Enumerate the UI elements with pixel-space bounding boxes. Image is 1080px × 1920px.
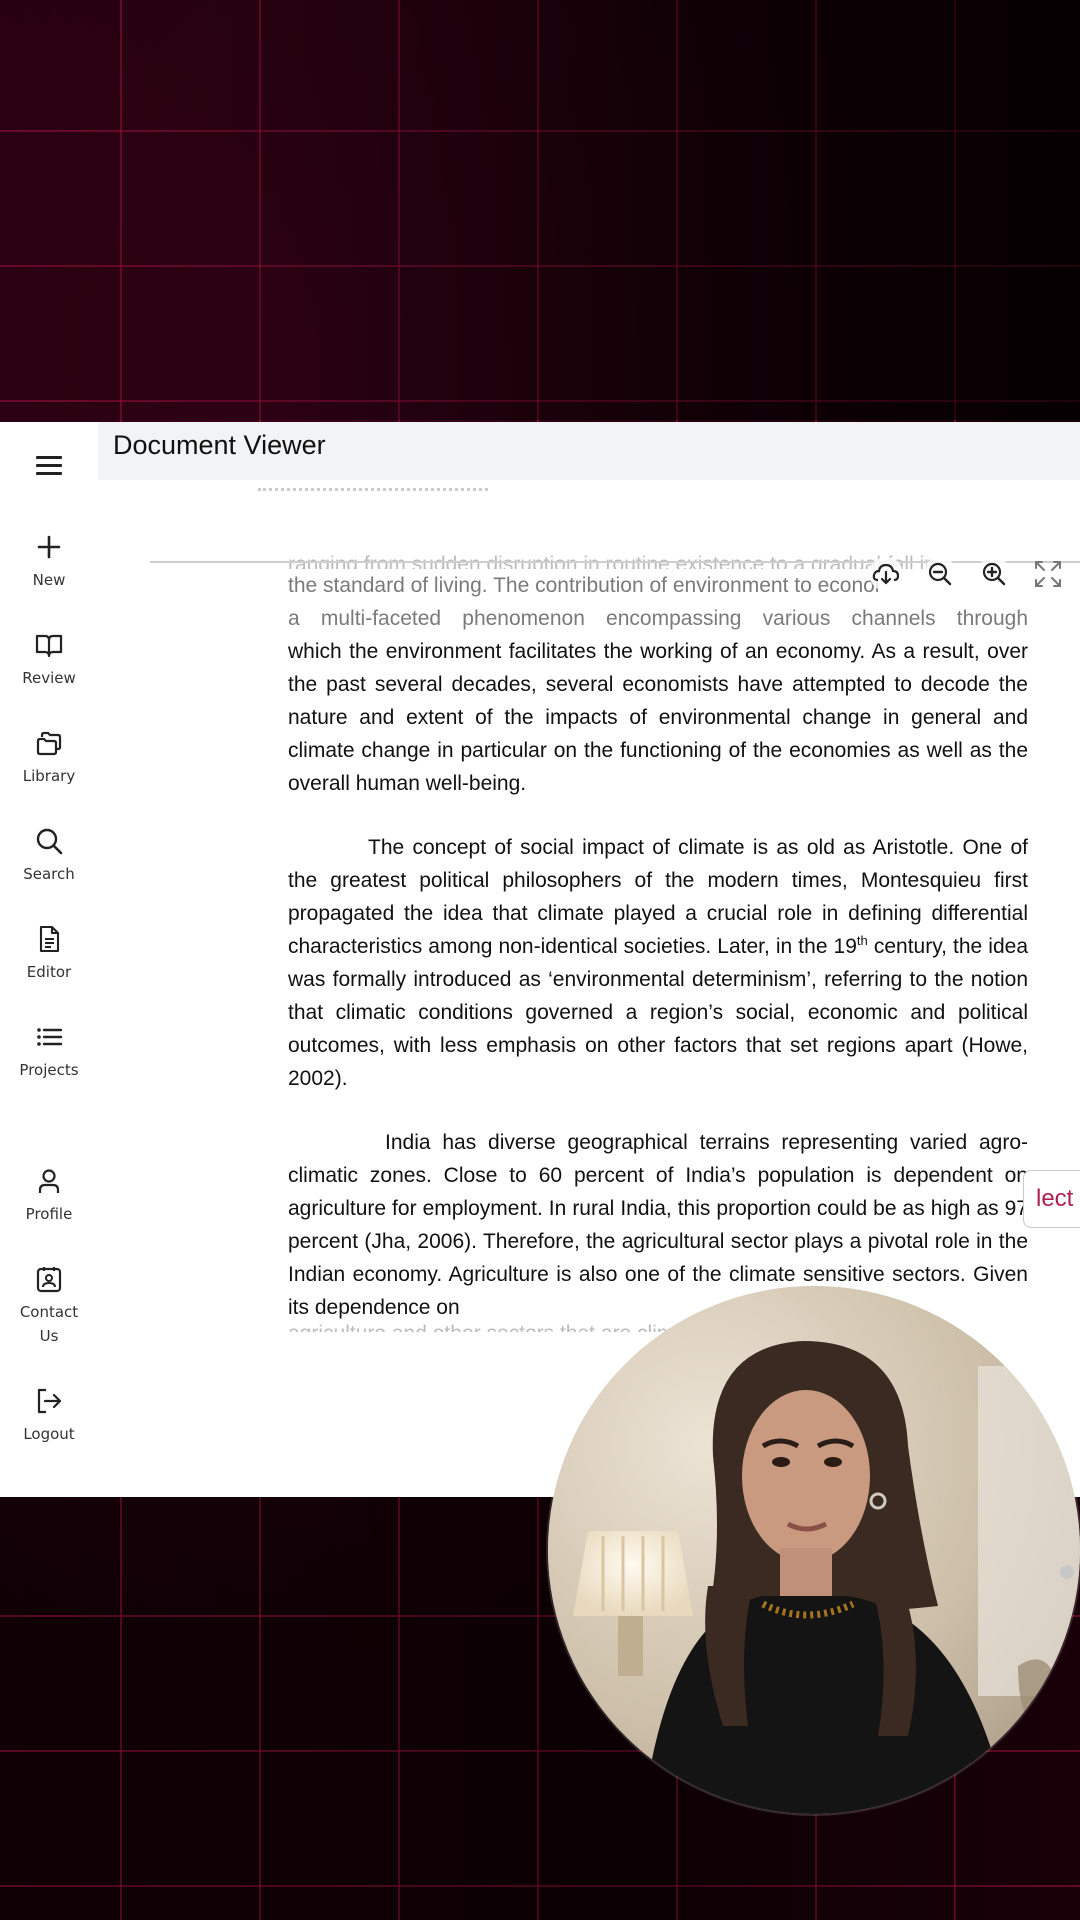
- sidebar-item-new[interactable]: New: [0, 532, 98, 592]
- zoom-in-icon[interactable]: [976, 556, 1012, 592]
- sidebar-item-label: Review: [22, 669, 76, 687]
- hamburger-menu-icon[interactable]: [36, 456, 62, 476]
- background-shade: [0, 0, 1080, 420]
- overlay-resize-handle[interactable]: [1060, 1565, 1074, 1579]
- app-header: Document Viewer: [98, 422, 1080, 481]
- logout-icon: [37, 1388, 62, 1414]
- text-line: the standard of living. The contribution…: [288, 574, 878, 597]
- sidebar-item-review[interactable]: Review: [0, 630, 98, 690]
- sidebar-item-label: New: [32, 571, 66, 589]
- paragraph: The concept of social impact of climate …: [288, 831, 1028, 1095]
- document-page: ranging from sudden disruption in routin…: [288, 555, 1028, 1332]
- paragraph: India has diverse geographical terrains …: [288, 1131, 1028, 1319]
- sidebar-item-search[interactable]: Search: [0, 826, 98, 886]
- sidebar-item-library[interactable]: Library: [0, 728, 98, 788]
- sidebar-item-label: Logout: [23, 1425, 75, 1443]
- text-line: a multi-faceted phenomenon encompassing …: [288, 607, 1028, 630]
- sidebar-item-label: Projects: [19, 1061, 79, 1079]
- sidebar-item-label: Search: [23, 865, 75, 883]
- paragraph-text: century, the idea was formally introduce…: [288, 935, 1028, 1090]
- sidebar-item-label: Editor: [26, 963, 72, 981]
- sidebar-item-profile[interactable]: Profile: [0, 1166, 98, 1226]
- presenter-video-frame: [548, 1286, 1080, 1814]
- sidebar-item-label: Library: [22, 767, 76, 785]
- sidebar-item-label: Contact Us: [19, 1303, 79, 1345]
- page-title: Document Viewer: [113, 430, 326, 460]
- library-icon: [36, 731, 62, 756]
- sidebar-item-editor[interactable]: Editor: [0, 924, 98, 984]
- previous-page-remnant: [258, 480, 488, 491]
- select-button[interactable]: lect: [1023, 1170, 1080, 1228]
- contact-card-icon: [36, 1267, 62, 1293]
- presenter-webcam-overlay: [548, 1286, 1080, 1814]
- sidebar-item-contact-us[interactable]: Contact Us: [0, 1264, 98, 1348]
- zoom-out-icon[interactable]: [922, 556, 958, 592]
- sidebar-item-logout[interactable]: Logout: [0, 1386, 98, 1446]
- plus-icon: [37, 535, 61, 559]
- sidebar-item-projects[interactable]: Projects: [0, 1022, 98, 1082]
- paragraph: which the environment facilitates the wo…: [288, 640, 1028, 795]
- book-open-icon: [35, 634, 63, 658]
- sidebar: New Review Library Search Editor Project…: [0, 422, 99, 1497]
- cloud-download-icon[interactable]: [868, 556, 904, 592]
- search-icon: [36, 828, 63, 855]
- list-icon: [37, 1028, 63, 1046]
- sidebar-item-label: Profile: [25, 1205, 73, 1223]
- superscript: th: [856, 933, 868, 948]
- user-icon: [38, 1169, 60, 1193]
- fullscreen-icon[interactable]: [1030, 556, 1066, 592]
- document-icon: [39, 925, 60, 953]
